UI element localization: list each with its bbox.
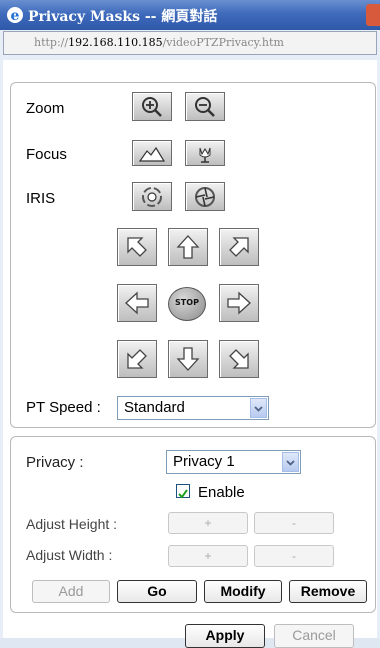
focus-near-button[interactable] — [185, 140, 225, 166]
height-minus-button[interactable]: - — [254, 512, 334, 534]
arrow-left-icon — [125, 291, 149, 315]
zoom-out-icon — [195, 97, 215, 117]
url-path: /videoPTZPrivacy.htm — [162, 36, 284, 49]
arrow-down-icon — [176, 347, 200, 371]
focus-label: Focus — [26, 146, 67, 163]
iris-open-icon — [195, 187, 215, 207]
pan-up-left-button[interactable] — [117, 228, 157, 266]
checkmark-icon — [178, 489, 188, 499]
arrow-down-left-icon — [127, 349, 147, 369]
tilt-down-button[interactable] — [168, 340, 208, 378]
arrow-down-right-icon — [229, 349, 249, 369]
ie-logo-icon: e — [7, 7, 23, 24]
window-title: Privacy Masks -- 網頁對話 — [28, 9, 218, 25]
arrow-up-left-icon — [127, 237, 147, 257]
chevron-down-icon — [250, 398, 267, 418]
privacy-value: Privacy 1 — [173, 453, 235, 470]
pt-speed-label: PT Speed : — [26, 399, 101, 416]
url-prefix: http:// — [34, 36, 69, 49]
zoom-out-button[interactable] — [185, 92, 225, 121]
address-bar: http://192.168.110.185/videoPTZPrivacy.h… — [3, 31, 377, 55]
enable-label: Enable — [198, 484, 245, 501]
zoom-label: Zoom — [26, 100, 65, 117]
adjust-height-label: Adjust Height : — [26, 516, 118, 532]
apply-button[interactable]: Apply — [185, 624, 265, 648]
iris-close-button[interactable] — [132, 182, 172, 211]
pan-down-left-button[interactable] — [117, 340, 157, 378]
privacy-label: Privacy : — [26, 454, 84, 471]
modify-button[interactable]: Modify — [204, 580, 282, 603]
dialog-window: e Privacy Masks -- 網頁對話 http://192.168.1… — [0, 0, 380, 648]
tilt-up-button[interactable] — [168, 228, 208, 266]
focus-far-button[interactable] — [132, 140, 172, 166]
iris-open-button[interactable] — [185, 182, 225, 211]
pan-down-right-button[interactable] — [219, 340, 259, 378]
width-plus-button[interactable]: + — [168, 545, 248, 567]
stop-label: STOP — [175, 298, 199, 307]
remove-button[interactable]: Remove — [289, 580, 367, 603]
pan-right-button[interactable] — [219, 284, 259, 322]
flower-icon — [199, 147, 211, 163]
iris-label: IRIS — [26, 190, 56, 207]
arrow-right-icon — [227, 291, 251, 315]
pan-up-right-button[interactable] — [219, 228, 259, 266]
pt-speed-value: Standard — [124, 399, 185, 416]
enable-checkbox[interactable] — [176, 484, 190, 499]
width-minus-button[interactable]: - — [254, 545, 334, 567]
height-plus-button[interactable]: + — [168, 512, 248, 534]
chevron-down-icon — [282, 452, 299, 472]
arrow-up-icon — [176, 235, 200, 259]
url-host: 192.168.110.185 — [68, 36, 163, 49]
go-button[interactable]: Go — [117, 580, 197, 603]
privacy-select[interactable]: Privacy 1 — [166, 450, 301, 474]
iris-close-icon — [142, 187, 162, 207]
close-window-button[interactable] — [366, 4, 380, 26]
pt-speed-select[interactable]: Standard — [117, 396, 269, 420]
zoom-in-icon — [142, 97, 162, 117]
adjust-width-label: Adjust Width : — [26, 547, 113, 563]
zoom-in-button[interactable] — [132, 92, 172, 121]
title-bar: e Privacy Masks -- 網頁對話 — [0, 0, 380, 30]
arrow-up-right-icon — [229, 237, 249, 257]
address-url: http://192.168.110.185/videoPTZPrivacy.h… — [34, 36, 284, 49]
svg-text:e: e — [11, 8, 20, 24]
stop-button[interactable]: STOP — [168, 287, 206, 321]
pan-left-button[interactable] — [117, 284, 157, 322]
mountain-icon — [138, 146, 166, 162]
add-button[interactable]: Add — [32, 580, 110, 603]
cancel-button[interactable]: Cancel — [274, 624, 354, 648]
